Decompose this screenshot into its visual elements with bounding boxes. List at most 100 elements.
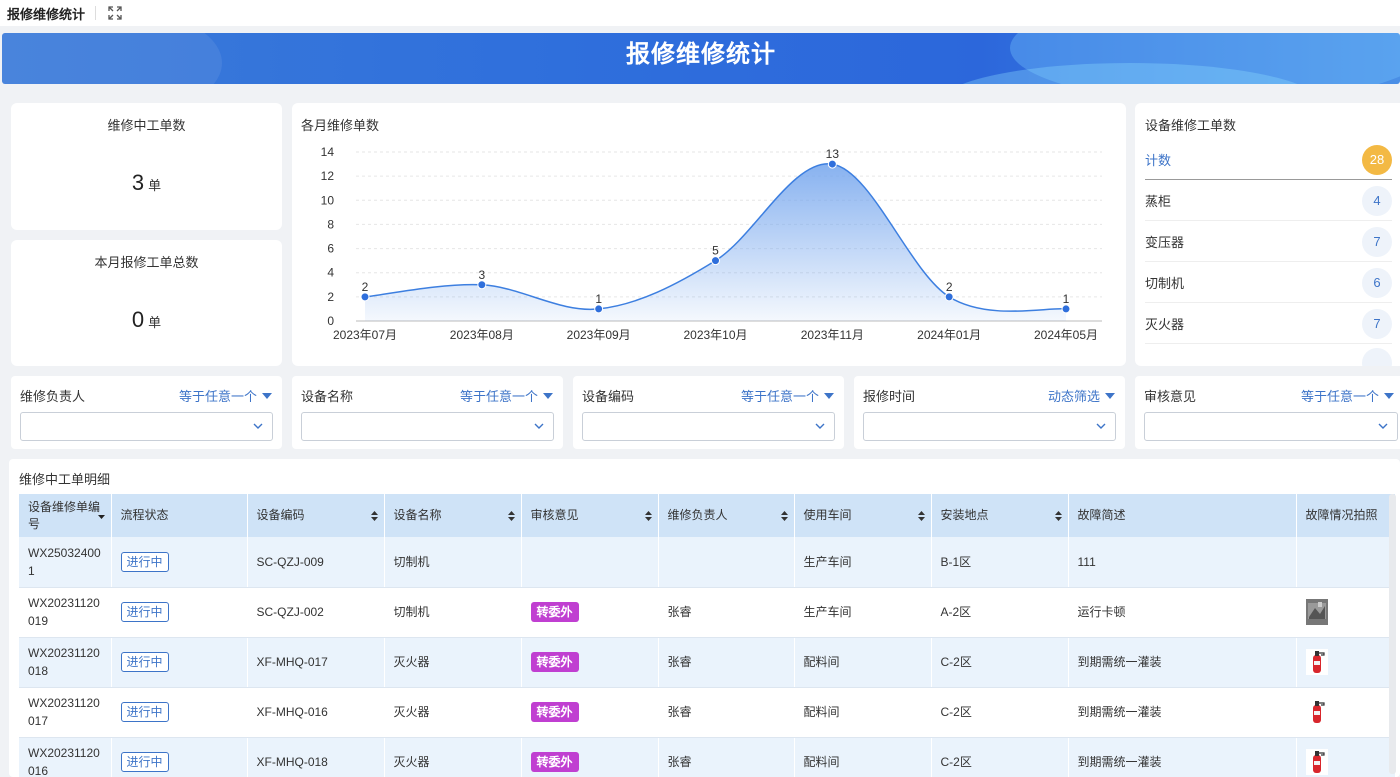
data-label: 1 <box>595 292 602 306</box>
table-row[interactable]: WX20231120019 进行中 SC-QZJ-002 切制机 转委外 张睿 生产车间 A-… <box>19 587 1396 638</box>
column-header[interactable]: 设备维修单编号 <box>19 494 112 537</box>
column-label: 设备维修单编号 <box>28 499 101 531</box>
column-header[interactable]: 流程状态 <box>111 494 248 537</box>
column-header[interactable]: 设备名称 <box>384 494 522 537</box>
device-count-item[interactable]: 切制机 6 <box>1145 262 1400 303</box>
data-label: 2 <box>362 280 369 294</box>
device-count-label: 变压器 <box>1145 235 1185 250</box>
device-count-total[interactable]: 计数 28 <box>1145 139 1400 180</box>
stat-title: 维修中工单数 <box>107 118 186 133</box>
sort-icon[interactable] <box>917 510 925 522</box>
status-badge: 进行中 <box>120 702 169 722</box>
sort-icon[interactable] <box>780 510 788 522</box>
table-cell-id: WX20231120018 <box>19 637 112 688</box>
cell-text: 张睿 <box>667 655 692 669</box>
filter-mode-dropdown[interactable]: 等于任意一个 <box>179 386 272 405</box>
column-header[interactable]: 使用车间 <box>794 494 932 537</box>
table-cell-photo[interactable] <box>1296 737 1396 777</box>
cell-text: WX20231120018 <box>28 646 100 678</box>
column-label: 使用车间 <box>803 508 852 522</box>
sort-icon[interactable] <box>370 510 378 522</box>
column-header[interactable]: 安装地点 <box>931 494 1069 537</box>
column-header[interactable]: 故障情况拍照 <box>1296 494 1396 537</box>
table-cell-photo[interactable] <box>1296 687 1396 738</box>
data-label: 1 <box>1063 292 1070 306</box>
filter-mode-dropdown[interactable]: 等于任意一个 <box>741 386 834 405</box>
cell-text: WX20231120017 <box>28 696 100 728</box>
device-count-item[interactable]: 灭火器 7 <box>1145 303 1400 344</box>
filter-select[interactable] <box>301 412 554 441</box>
stat-card-in-progress: 维修中工单数 3单 <box>11 103 282 230</box>
column-header[interactable]: 审核意见 <box>521 494 659 537</box>
table-row[interactable]: WX250324001 进行中 SC-QZJ-009 切制机 生产车间 B-1区 111 <box>19 537 1396 588</box>
device-count-label: 切制机 <box>1145 276 1185 291</box>
device-count-badge: 7 <box>1362 226 1392 257</box>
device-count-badge: 28 <box>1362 144 1392 175</box>
table-cell-code: SC-QZJ-002 <box>247 587 385 638</box>
cell-text: XF-MHQ-018 <box>256 755 328 769</box>
status-badge: 进行中 <box>120 652 169 672</box>
fullscreen-icon[interactable] <box>108 6 122 20</box>
sort-icon[interactable] <box>1054 510 1062 522</box>
filter-mode-dropdown[interactable]: 等于任意一个 <box>1301 386 1394 405</box>
cell-text: B-1区 <box>940 554 972 569</box>
table-cell-owner: 张睿 <box>658 637 795 688</box>
filter-audit: 审核意见 等于任意一个 <box>1135 376 1400 449</box>
column-label: 设备编码 <box>256 508 305 522</box>
dashboard-title: 报修维修统计 <box>626 41 776 68</box>
status-badge: 进行中 <box>120 551 169 572</box>
table-cell-audit: 转委外 <box>521 637 659 688</box>
table-cell-desc: 到期需统一灌装 <box>1068 687 1297 738</box>
sort-desc-icon[interactable] <box>97 510 105 522</box>
cell-text: C-2区 <box>940 755 972 769</box>
cell-text: C-2区 <box>940 705 972 719</box>
table-row[interactable]: WX20231120018 进行中 XF-MHQ-017 灭火器 转委外 张睿 配料间 C-2… <box>19 637 1396 688</box>
column-header[interactable]: 设备编码 <box>247 494 385 537</box>
column-header[interactable]: 维修负责人 <box>658 494 795 537</box>
extinguisher-photo-thumbnail[interactable] <box>1305 649 1328 675</box>
filter-select[interactable] <box>20 412 273 441</box>
device-count-item[interactable]: 变压器 7 <box>1145 221 1400 262</box>
area-fill <box>365 163 1066 321</box>
column-label: 维修负责人 <box>667 508 728 522</box>
cell-text: 张睿 <box>667 755 692 769</box>
device-count-card: 设备维修工单数 计数 28 蒸柜 4 变压器 7 切制机 6 灭火器 7 <box>1135 103 1400 366</box>
device-count-item[interactable]: 蒸柜 4 <box>1145 180 1400 221</box>
top-bar: 报修维修统计 <box>0 0 1400 26</box>
extinguisher-photo-thumbnail[interactable] <box>1305 749 1328 775</box>
table-cell-location: C-2区 <box>931 687 1069 738</box>
table-cell-owner: 张睿 <box>658 687 795 738</box>
work-order-table: 设备维修单编号 流程状态 设备编码 设备名称 审核意见 维修负责人 使用车间 安… <box>19 494 1396 777</box>
filter-select[interactable] <box>863 412 1116 441</box>
table-cell-desc: 运行卡顿 <box>1068 587 1297 638</box>
filter-select[interactable] <box>582 412 835 441</box>
stat-value: 3单 <box>11 170 282 196</box>
table-row[interactable]: WX20231120017 进行中 XF-MHQ-016 灭火器 转委外 张睿 配料间 C-2… <box>19 687 1396 738</box>
extinguisher-photo-thumbnail[interactable] <box>1305 699 1328 725</box>
filter-mode-label: 动态筛选 <box>1047 389 1100 404</box>
sort-icon[interactable] <box>644 510 652 522</box>
x-tick-label: 2024年01月 <box>917 328 981 342</box>
machine-photo-thumbnail[interactable] <box>1305 599 1328 625</box>
device-count-badge: 7 <box>1362 308 1392 339</box>
audit-badge: 转委外 <box>530 652 579 672</box>
table-row[interactable]: WX20231120016 进行中 XF-MHQ-018 灭火器 转委外 张睿 配料间 C-2… <box>19 737 1396 777</box>
table-scrollbar[interactable] <box>1389 494 1396 774</box>
column-header[interactable]: 故障简述 <box>1068 494 1297 537</box>
chevron-down-icon <box>1378 423 1388 429</box>
table-cell-audit: 转委外 <box>521 687 659 738</box>
filter-mode-dropdown[interactable]: 等于任意一个 <box>460 386 553 405</box>
cell-text: 配料间 <box>803 655 840 669</box>
cell-text: SC-QZJ-002 <box>256 605 324 619</box>
filter-mode-label: 等于任意一个 <box>740 389 819 404</box>
sort-icon[interactable] <box>507 510 515 522</box>
table-cell-photo[interactable] <box>1296 637 1396 688</box>
table-cell-audit: 转委外 <box>521 587 659 638</box>
chevron-down-icon <box>534 423 544 429</box>
filter-mode-dropdown[interactable]: 动态筛选 <box>1048 386 1115 405</box>
x-tick-label: 2023年08月 <box>450 328 514 342</box>
table-cell-photo[interactable] <box>1296 587 1396 638</box>
table-cell-photo[interactable] <box>1296 537 1396 588</box>
x-tick-label: 2024年05月 <box>1034 328 1098 342</box>
filter-select[interactable] <box>1144 412 1398 441</box>
